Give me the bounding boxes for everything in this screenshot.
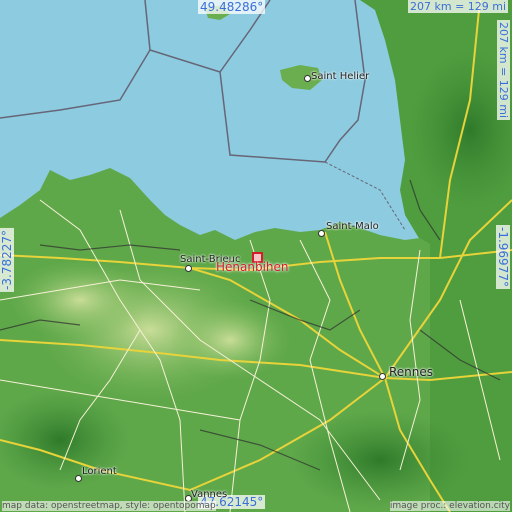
city-label-lorient: Lorient [82, 466, 117, 477]
coord-right: -1.96977° [496, 225, 510, 289]
place-label: Hénanbihen [216, 260, 289, 274]
credit-left: map data: openstreetmap, style: opentopo… [2, 501, 216, 511]
coord-left: -3.78227° [0, 228, 14, 292]
city-label-vannes: Vannes [191, 489, 228, 500]
scale-right: 207 km = 129 mi [497, 20, 510, 121]
city-marker-lorient [75, 475, 82, 482]
city-marker-saint-helier [304, 75, 311, 82]
city-marker-saint-brieuc [185, 265, 192, 272]
credit-right: image proc.: elevation.city [389, 501, 510, 511]
city-label-rennes: Rennes [389, 365, 434, 379]
map-view[interactable]: 49.48286° 47.62145° -3.78227° -1.96977° … [0, 0, 512, 512]
city-marker-saint-malo [318, 230, 325, 237]
city-label-saint-malo: Saint-Malo [326, 221, 379, 232]
city-marker-rennes [379, 373, 386, 380]
coord-top: 49.48286° [198, 0, 266, 14]
city-label-saint-helier: Saint Helier [311, 71, 370, 82]
scale-top: 207 km = 129 mi [408, 0, 509, 13]
